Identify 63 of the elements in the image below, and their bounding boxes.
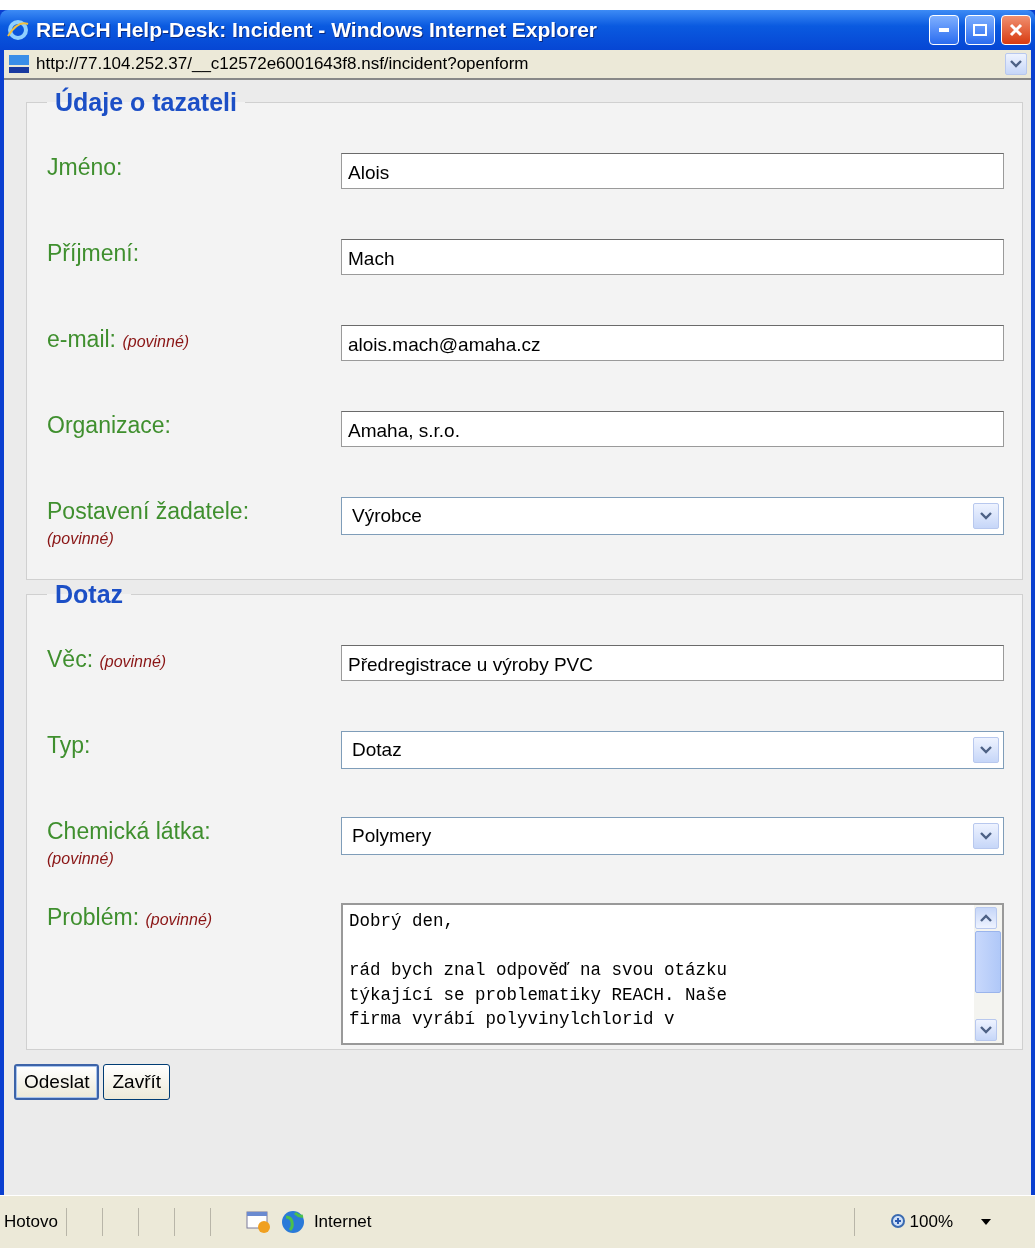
status-text: Hotovo [4, 1212, 58, 1232]
required-note: (povinné) [145, 911, 213, 928]
select-value: Dotaz [352, 739, 402, 761]
chevron-down-icon [980, 512, 992, 520]
select-value: Polymery [352, 825, 432, 847]
field-label: Typ: [47, 731, 92, 759]
close-icon [1009, 23, 1023, 37]
field-label: Jméno: [47, 153, 124, 181]
minimize-icon [939, 28, 949, 32]
warning-page-icon [245, 1210, 272, 1234]
scroll-thumb[interactable] [975, 931, 1001, 993]
select-value: Výrobce [352, 505, 422, 527]
dropdown-button[interactable] [973, 503, 999, 529]
required-note: (povinné) [47, 530, 114, 548]
address-bar[interactable]: http://77.104.252.37/__c12572e6001643f8.nsf/incident?openform [4, 50, 1031, 78]
form-button[interactable]: Zavřít [103, 1064, 171, 1100]
scrollbar[interactable] [974, 905, 1002, 1043]
required-note: (povinné) [99, 653, 167, 670]
field-label: Postavení žadatele: (povinné) [47, 497, 251, 550]
globe-icon [279, 1209, 306, 1235]
text-field[interactable]: Mach [341, 239, 1004, 275]
minimize-button[interactable] [929, 15, 959, 45]
textarea-field[interactable]: Dobrý den, rád bych znal odpověď na svou otázku týkající se problematiky REACH. Naše firma vyrábí polyvinylchlorid v [341, 903, 1004, 1045]
form-button[interactable]: Odeslat [14, 1064, 100, 1100]
chevron-down-icon [980, 832, 992, 840]
select-field[interactable]: Výrobce [341, 497, 1004, 535]
section-legend: Údaje o tazateli [47, 88, 245, 117]
chevron-down-icon [980, 746, 992, 754]
field-label: Problém: (povinné) [47, 903, 214, 931]
url-text: http://77.104.252.37/__c12572e6001643f8.nsf/incident?openform [36, 54, 530, 74]
zone-text: Internet [313, 1212, 373, 1232]
dropdown-button[interactable] [1005, 53, 1027, 75]
chevron-up-icon [980, 914, 992, 922]
close-button[interactable] [1001, 15, 1031, 45]
required-note: (povinné) [47, 850, 114, 868]
chevron-down-icon [1010, 60, 1022, 68]
zoom-level[interactable]: 100% [909, 1212, 953, 1232]
zoom-icon [889, 1213, 908, 1231]
page-icon [8, 53, 30, 75]
required-note: (povinné) [122, 333, 190, 350]
scroll-down-button[interactable] [975, 1019, 997, 1041]
field-label: Příjmení: [47, 239, 141, 267]
text-field[interactable]: Předregistrace u výroby PVC [341, 645, 1004, 681]
field-label: e-mail: (povinné) [47, 325, 191, 353]
window-title: REACH Help-Desk: Incident - Windows Internet Explorer [36, 18, 599, 42]
field-label: Věc: (povinné) [47, 645, 168, 673]
text-field[interactable]: Amaha, s.r.o. [341, 411, 1004, 447]
text-field[interactable]: Alois [341, 153, 1004, 189]
textarea-text: Dobrý den, rád bych znal odpověď na svou otázku týkající se problematiky REACH. Naše firma vyrábí polyvinylchlorid v [348, 910, 729, 1031]
browser-logo-icon [6, 18, 30, 42]
chevron-down-icon [980, 1026, 992, 1034]
dropdown-button[interactable] [973, 823, 999, 849]
field-label: Chemická látka: (povinné) [47, 817, 212, 870]
select-field[interactable]: Polymery [341, 817, 1004, 855]
maximize-button[interactable] [965, 15, 995, 45]
caret-icon[interactable] [981, 1219, 991, 1225]
section-legend: Dotaz [47, 580, 132, 609]
text-field[interactable]: alois.mach@amaha.cz [341, 325, 1004, 361]
dropdown-button[interactable] [973, 737, 999, 763]
scroll-up-button[interactable] [975, 907, 997, 929]
select-field[interactable]: Dotaz [341, 731, 1004, 769]
maximize-icon [973, 24, 987, 36]
field-label: Organizace: [47, 411, 172, 439]
